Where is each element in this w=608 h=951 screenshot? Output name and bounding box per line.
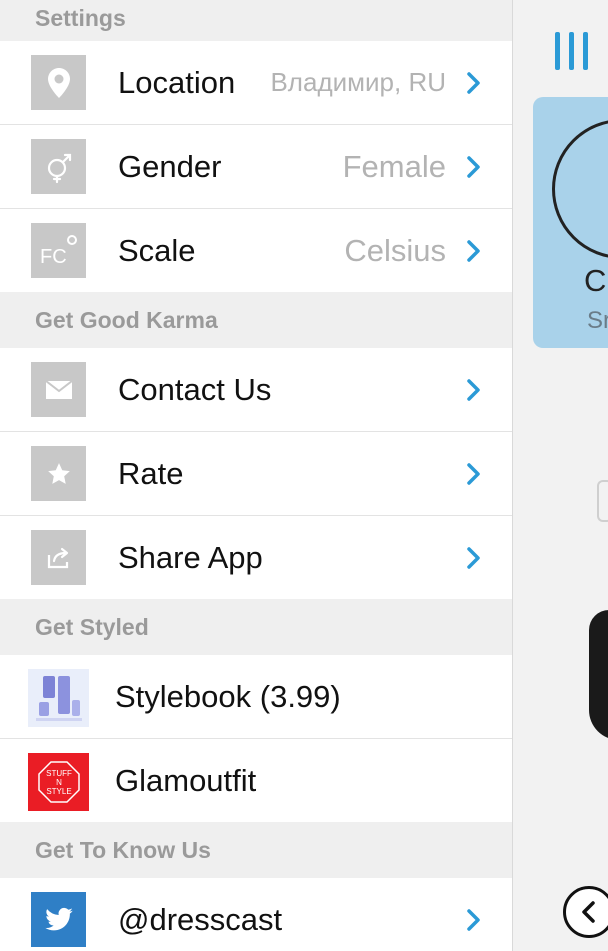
rate-label: Rate xyxy=(118,455,184,491)
know-us-group: @dresscast xyxy=(0,878,512,951)
envelope-icon xyxy=(31,362,86,417)
scale-row[interactable]: FC Scale Celsius xyxy=(0,209,512,292)
section-header-styled: Get Styled xyxy=(35,613,149,640)
share-icon xyxy=(31,530,86,585)
gender-row[interactable]: Gender Female xyxy=(0,125,512,209)
section-header-karma: Get Good Karma xyxy=(35,306,218,333)
scale-value: Celsius xyxy=(344,232,446,268)
twitter-label: @dresscast xyxy=(118,901,283,937)
main-content-peek: C Sr xyxy=(512,0,608,951)
menu-toggle-icon[interactable] xyxy=(555,32,595,70)
location-value: Владимир, RU xyxy=(270,67,446,97)
styled-group: Stylebook (3.99) STUFF N STYLE Glamoutfi… xyxy=(0,655,512,822)
glamoutfit-row[interactable]: STUFF N STYLE Glamoutfit xyxy=(0,739,512,822)
glamoutfit-logo-text-1: STUFF xyxy=(46,769,72,778)
share-app-label: Share App xyxy=(118,539,263,575)
glamoutfit-logo-text-2: N xyxy=(56,778,62,787)
card-name: C xyxy=(584,263,607,298)
back-button[interactable] xyxy=(563,886,608,938)
glamoutfit-app-icon: STUFF N STYLE xyxy=(28,753,89,811)
scale-label: Scale xyxy=(118,232,196,268)
stylebook-app-icon xyxy=(28,669,89,727)
glamoutfit-label: Glamoutfit xyxy=(115,762,257,798)
card-subtitle: Sr xyxy=(587,307,608,334)
chevron-right-icon xyxy=(467,908,480,931)
outfit-item-image xyxy=(597,480,608,522)
temperature-scale-icon: FC xyxy=(31,223,86,278)
twitter-row[interactable]: @dresscast xyxy=(0,878,512,951)
gender-value: Female xyxy=(342,148,446,184)
avatar xyxy=(552,119,608,259)
shoe-image xyxy=(589,610,608,740)
location-row[interactable]: Location Владимир, RU xyxy=(0,41,512,125)
stylebook-label: Stylebook (3.99) xyxy=(115,678,341,714)
chevron-left-icon xyxy=(582,901,595,923)
settings-group: Location Владимир, RU Gender Female FC S… xyxy=(0,41,512,292)
section-header-know-us: Get To Know Us xyxy=(35,836,211,863)
stylebook-row[interactable]: Stylebook (3.99) xyxy=(0,655,512,739)
twitter-icon xyxy=(31,892,86,947)
location-pin-icon xyxy=(31,55,86,110)
glamoutfit-logo-text-3: STYLE xyxy=(46,787,71,796)
chevron-right-icon xyxy=(467,71,480,94)
chevron-right-icon xyxy=(467,462,480,485)
location-label: Location xyxy=(118,64,236,100)
chevron-right-icon xyxy=(467,239,480,262)
svg-text:FC: FC xyxy=(40,246,67,268)
chevron-right-icon xyxy=(467,155,480,178)
chevron-right-icon xyxy=(467,378,480,401)
profile-card[interactable]: C Sr xyxy=(533,97,608,348)
karma-group: Contact Us Rate Share App xyxy=(0,348,512,599)
rate-row[interactable]: Rate xyxy=(0,432,512,516)
share-app-row[interactable]: Share App xyxy=(0,516,512,599)
chevron-right-icon xyxy=(467,546,480,569)
contact-us-label: Contact Us xyxy=(118,371,272,407)
gender-icon xyxy=(31,139,86,194)
settings-menu: Settings Location Владимир, RU Gender Fe… xyxy=(0,0,512,951)
gender-label: Gender xyxy=(118,148,222,184)
section-header-settings: Settings xyxy=(35,4,126,31)
contact-us-row[interactable]: Contact Us xyxy=(0,348,512,432)
star-icon xyxy=(31,446,86,501)
